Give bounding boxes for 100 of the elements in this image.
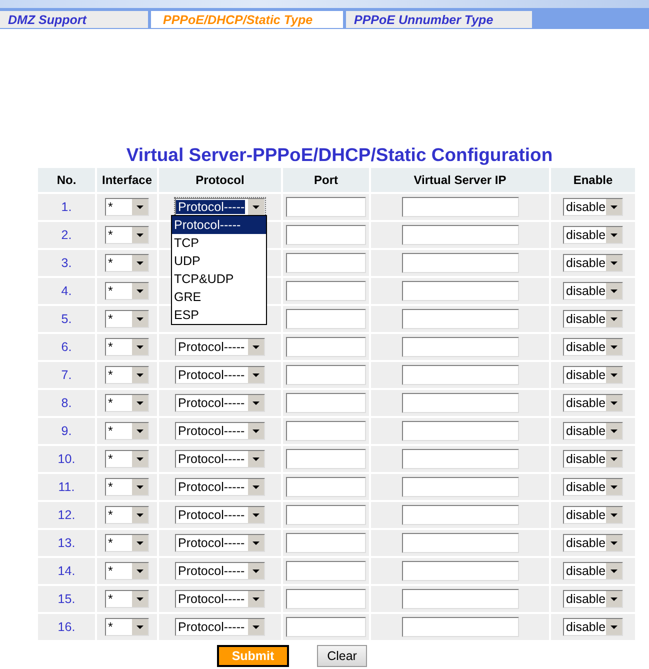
caret-icon xyxy=(132,507,148,523)
protocol-select[interactable]: Protocol----- xyxy=(175,618,265,636)
enable-select[interactable]: disable xyxy=(563,394,623,412)
port-field[interactable] xyxy=(286,561,366,581)
dropdown-option[interactable]: Protocol----- xyxy=(172,216,266,234)
protocol-select[interactable]: Protocol----- xyxy=(175,198,265,216)
caret-icon xyxy=(606,535,622,551)
port-field[interactable] xyxy=(286,533,366,553)
caret-icon xyxy=(132,563,148,579)
port-field[interactable] xyxy=(286,225,366,245)
enable-select[interactable]: disable xyxy=(563,562,623,580)
caret-icon xyxy=(248,563,264,579)
ip-field[interactable] xyxy=(402,365,518,385)
ip-field[interactable] xyxy=(402,449,518,469)
interface-select[interactable]: * xyxy=(105,450,149,468)
column-header: No. xyxy=(38,168,95,192)
enable-select[interactable]: disable xyxy=(563,254,623,272)
interface-select[interactable]: * xyxy=(105,366,149,384)
caret-icon xyxy=(606,591,622,607)
ip-field[interactable] xyxy=(402,589,518,609)
row-number: 13. xyxy=(58,536,76,550)
caret-icon xyxy=(606,255,622,271)
ip-field[interactable] xyxy=(402,477,518,497)
tab[interactable]: PPPoE Unnumber Type xyxy=(346,11,532,28)
port-field[interactable] xyxy=(286,197,366,217)
interface-select[interactable]: * xyxy=(105,534,149,552)
interface-select[interactable]: * xyxy=(105,590,149,608)
ip-field[interactable] xyxy=(402,337,518,357)
interface-select[interactable]: * xyxy=(105,394,149,412)
interface-select[interactable]: * xyxy=(105,478,149,496)
enable-select[interactable]: disable xyxy=(563,590,623,608)
port-field[interactable] xyxy=(286,477,366,497)
ip-field[interactable] xyxy=(402,253,518,273)
caret-icon xyxy=(248,479,264,495)
protocol-select[interactable]: Protocol----- xyxy=(175,534,265,552)
interface-select[interactable]: * xyxy=(105,618,149,636)
ip-field[interactable] xyxy=(402,225,518,245)
port-field[interactable] xyxy=(286,589,366,609)
interface-select[interactable]: * xyxy=(105,562,149,580)
row-number: 3. xyxy=(61,256,72,270)
column-header: Enable xyxy=(551,168,635,192)
enable-select[interactable]: disable xyxy=(563,450,623,468)
port-field[interactable] xyxy=(286,309,366,329)
ip-field[interactable] xyxy=(402,281,518,301)
ip-field[interactable] xyxy=(402,561,518,581)
caret-icon xyxy=(606,395,622,411)
caret-icon xyxy=(248,339,264,355)
ip-field[interactable] xyxy=(402,533,518,553)
protocol-select[interactable]: Protocol----- xyxy=(175,590,265,608)
enable-select[interactable]: disable xyxy=(563,506,623,524)
enable-select[interactable]: disable xyxy=(563,478,623,496)
protocol-select[interactable]: Protocol----- xyxy=(175,366,265,384)
port-field[interactable] xyxy=(286,617,366,637)
protocol-select[interactable]: Protocol----- xyxy=(175,338,265,356)
ip-field[interactable] xyxy=(402,197,518,217)
ip-field[interactable] xyxy=(402,309,518,329)
port-field[interactable] xyxy=(286,421,366,441)
caret-icon xyxy=(248,591,264,607)
interface-select[interactable]: * xyxy=(105,506,149,524)
port-field[interactable] xyxy=(286,281,366,301)
interface-select[interactable]: * xyxy=(105,310,149,328)
row-number: 1. xyxy=(61,200,72,214)
interface-select[interactable]: * xyxy=(105,282,149,300)
interface-select[interactable]: * xyxy=(105,226,149,244)
caret-icon xyxy=(606,479,622,495)
enable-select[interactable]: disable xyxy=(563,338,623,356)
protocol-select[interactable]: Protocol----- xyxy=(175,450,265,468)
interface-select[interactable]: * xyxy=(105,422,149,440)
ip-field[interactable] xyxy=(402,617,518,637)
enable-select[interactable]: disable xyxy=(563,226,623,244)
ip-field[interactable] xyxy=(402,505,518,525)
enable-select[interactable]: disable xyxy=(563,618,623,636)
caret-icon xyxy=(248,367,264,383)
clear-button[interactable]: Clear xyxy=(317,645,367,667)
ip-field[interactable] xyxy=(402,393,518,413)
protocol-select[interactable]: Protocol----- xyxy=(175,506,265,524)
port-field[interactable] xyxy=(286,337,366,357)
tab[interactable]: DMZ Support xyxy=(0,11,148,28)
interface-select[interactable]: * xyxy=(105,338,149,356)
enable-select[interactable]: disable xyxy=(563,310,623,328)
row-number: 2. xyxy=(61,228,72,242)
port-field[interactable] xyxy=(286,505,366,525)
ip-field[interactable] xyxy=(402,421,518,441)
protocol-select[interactable]: Protocol----- xyxy=(175,478,265,496)
port-field[interactable] xyxy=(286,393,366,413)
port-field[interactable] xyxy=(286,365,366,385)
enable-select[interactable]: disable xyxy=(563,282,623,300)
interface-select[interactable]: * xyxy=(105,198,149,216)
enable-select[interactable]: disable xyxy=(563,534,623,552)
protocol-select[interactable]: Protocol----- xyxy=(175,562,265,580)
interface-select[interactable]: * xyxy=(105,254,149,272)
enable-select[interactable]: disable xyxy=(563,366,623,384)
protocol-select[interactable]: Protocol----- xyxy=(175,394,265,412)
caret-icon xyxy=(606,283,622,299)
enable-select[interactable]: disable xyxy=(563,198,623,216)
caret-icon xyxy=(248,423,264,439)
protocol-select[interactable]: Protocol----- xyxy=(175,422,265,440)
port-field[interactable] xyxy=(286,449,366,469)
port-field[interactable] xyxy=(286,253,366,273)
enable-select[interactable]: disable xyxy=(563,422,623,440)
